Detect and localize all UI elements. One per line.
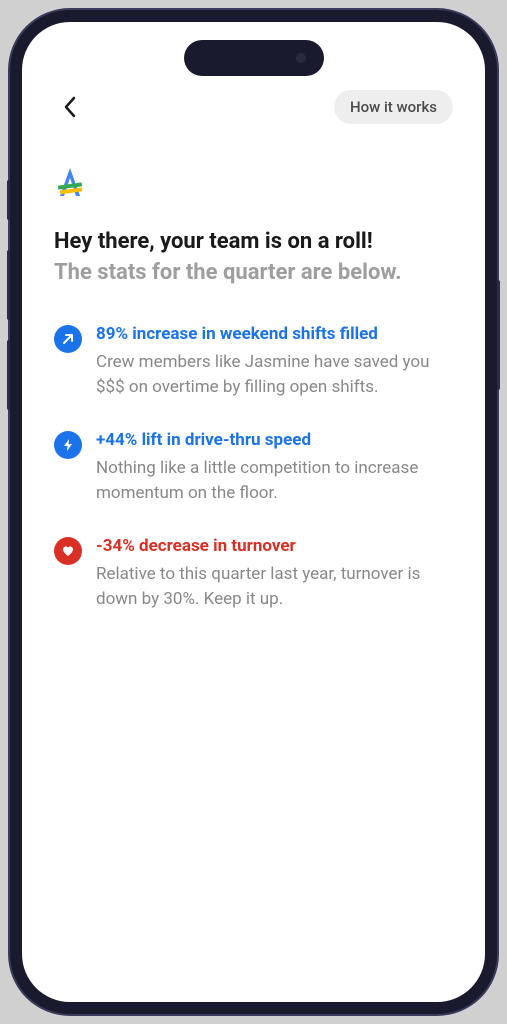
stat-description: Crew members like Jasmine have saved you… (96, 350, 453, 399)
header: How it works (54, 90, 453, 124)
page-subtitle: The stats for the quarter are below. (54, 259, 453, 288)
stat-description: Nothing like a little competition to inc… (96, 456, 453, 505)
stat-heading: +44% lift in drive-thru speed (96, 429, 453, 453)
phone-frame: How it works Hey there, your team is on … (10, 10, 497, 1014)
stat-item-drive-thru: +44% lift in drive-thru speed Nothing li… (54, 429, 453, 505)
page-title: Hey there, your team is on a roll! (54, 228, 453, 257)
stat-item-weekend-shifts: 89% increase in weekend shifts filled Cr… (54, 323, 453, 399)
stat-heading: 89% increase in weekend shifts filled (96, 323, 453, 347)
heart-icon (54, 537, 82, 565)
lightning-icon (54, 431, 82, 459)
notch (184, 40, 324, 76)
how-it-works-button[interactable]: How it works (334, 90, 453, 124)
content-area: How it works Hey there, your team is on … (22, 22, 485, 673)
chevron-left-icon (63, 96, 77, 118)
stat-content: 89% increase in weekend shifts filled Cr… (96, 323, 453, 399)
back-button[interactable] (54, 91, 86, 123)
stat-content: -34% decrease in turnover Relative to th… (96, 535, 453, 611)
phone-screen: How it works Hey there, your team is on … (22, 22, 485, 1002)
stat-description: Relative to this quarter last year, turn… (96, 562, 453, 611)
arrow-up-icon (54, 325, 82, 353)
stat-item-turnover: -34% decrease in turnover Relative to th… (54, 535, 453, 611)
stat-content: +44% lift in drive-thru speed Nothing li… (96, 429, 453, 505)
stat-heading: -34% decrease in turnover (96, 535, 453, 559)
app-logo (54, 166, 453, 204)
